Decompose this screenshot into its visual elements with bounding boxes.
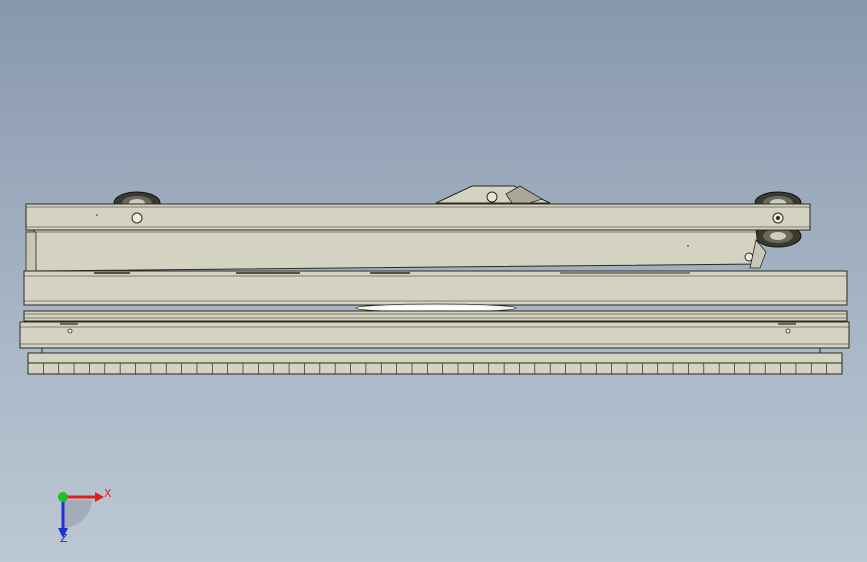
cad-model-side-view[interactable]: X Z xyxy=(0,0,867,562)
lower-slide-bar xyxy=(23,270,848,306)
middle-body xyxy=(25,229,767,272)
x-axis-label: X xyxy=(104,487,112,500)
base-plate xyxy=(19,310,850,354)
gear-rack xyxy=(27,352,843,375)
upper-carriage-bar xyxy=(25,203,811,231)
y-axis-dot xyxy=(58,492,68,502)
top-bracket xyxy=(435,185,551,204)
z-axis-label: Z xyxy=(60,532,68,545)
graphics-viewport[interactable]: X Z xyxy=(0,0,867,562)
orientation-triad[interactable]: X Z xyxy=(58,487,112,545)
